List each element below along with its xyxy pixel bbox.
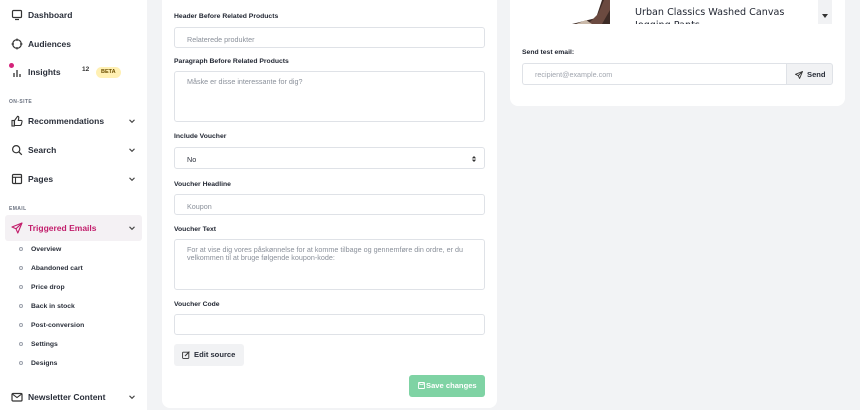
chevron-down-icon	[129, 177, 135, 182]
bullet-icon	[19, 304, 23, 308]
bullet-icon	[19, 361, 23, 365]
section-email-label: EMAIL	[9, 206, 27, 212]
bullet-icon	[19, 323, 23, 327]
paragraph-field-label: Paragraph Before Related Products	[174, 58, 289, 65]
save-changes-label: Save changes	[426, 381, 477, 390]
bullet-icon	[19, 266, 23, 270]
sidebar: Dashboard Audiences Insights 12 BETA ON-…	[0, 0, 147, 410]
subnav-label: Overview	[31, 245, 62, 253]
edit-icon	[182, 351, 190, 359]
nav-search[interactable]: Search	[5, 137, 142, 163]
bullet-icon	[19, 342, 23, 346]
edit-source-button[interactable]: Edit source	[174, 344, 244, 366]
send-label: Send	[807, 70, 826, 79]
voucher-text-textarea[interactable]: For at vise dig vores påskønnelse for at…	[174, 239, 485, 290]
scroll-down-button[interactable]	[818, 0, 832, 24]
voucher-headline-value: Koupon	[187, 202, 212, 211]
nav-newsletter-content[interactable]: Newsletter Content	[5, 384, 142, 410]
nav-triggered-emails-label: Triggered Emails	[28, 223, 97, 233]
header-input[interactable]: Relaterede produkter	[174, 27, 485, 48]
include-voucher-value: No	[187, 155, 197, 164]
beta-badge: BETA	[96, 67, 121, 78]
paragraph-textarea-value: Måske er disse interessante for dig?	[187, 77, 303, 86]
test-email-label: Send test email:	[522, 49, 575, 56]
chevron-down-icon	[129, 395, 135, 400]
subnav-abandoned-cart[interactable]: Abandoned cart	[19, 261, 83, 275]
subnav-label: Post-conversion	[31, 321, 85, 329]
subnav-price-drop[interactable]: Price drop	[19, 280, 65, 294]
bullet-icon	[19, 247, 23, 251]
section-onsite-label: ON-SITE	[9, 99, 33, 105]
include-voucher-select[interactable]: No	[174, 147, 485, 169]
test-email-placeholder: recipient@example.com	[535, 70, 613, 79]
subnav-label: Abandoned cart	[31, 264, 83, 272]
nav-pages[interactable]: Pages	[5, 166, 142, 192]
layout-icon	[11, 173, 23, 185]
subnav-back-in-stock[interactable]: Back in stock	[19, 299, 75, 313]
subnav-settings[interactable]: Settings	[19, 337, 58, 351]
voucher-text-label: Voucher Text	[174, 226, 217, 233]
insights-count: 12	[82, 66, 90, 73]
voucher-code-input[interactable]	[174, 314, 485, 335]
dashboard-icon	[11, 9, 23, 21]
chevron-down-icon	[129, 226, 135, 231]
subnav-label: Back in stock	[31, 302, 75, 310]
nav-recommendations[interactable]: Recommendations	[5, 108, 142, 134]
subnav-post-conversion[interactable]: Post-conversion	[19, 318, 84, 332]
send-icon	[11, 222, 23, 234]
nav-dashboard-label: Dashboard	[28, 10, 73, 20]
send-icon	[795, 71, 803, 79]
voucher-field-label: Include Voucher	[174, 133, 227, 140]
nav-recommendations-label: Recommendations	[28, 116, 105, 126]
subnav-label: Designs	[31, 359, 58, 367]
subnav-designs[interactable]: Designs	[19, 356, 57, 370]
header-input-value: Relaterede produkter	[187, 35, 255, 44]
nav-audiences[interactable]: Audiences	[5, 31, 142, 57]
nav-triggered-emails[interactable]: Triggered Emails	[5, 215, 142, 241]
caret-down-icon	[822, 14, 828, 18]
nav-newsletter-label: Newsletter Content	[28, 392, 106, 402]
edit-source-label: Edit source	[194, 350, 236, 359]
voucher-code-label: Voucher Code	[174, 301, 220, 308]
test-email-input[interactable]: recipient@example.com	[522, 63, 786, 85]
voucher-text-value: For at vise dig vores påskønnelse for at…	[187, 245, 464, 262]
subnav-label: Settings	[31, 340, 58, 348]
headline-field-label: Voucher Headline	[174, 181, 231, 188]
mail-icon	[11, 392, 23, 402]
search-icon	[11, 144, 23, 156]
thumbs-up-icon	[11, 115, 23, 127]
subnav-overview[interactable]: Overview	[19, 242, 61, 256]
select-arrows-icon	[471, 156, 477, 162]
product-title: Urban Classics Washed Canvas Jogging Pan…	[635, 7, 785, 24]
product-preview: Urban Classics Washed Canvas Jogging Pan…	[522, 0, 833, 24]
target-icon	[11, 38, 23, 50]
send-test-button[interactable]: Send	[786, 63, 833, 85]
nav-audiences-label: Audiences	[28, 39, 71, 49]
notification-dot	[9, 63, 14, 68]
bar-chart-icon	[13, 70, 21, 77]
header-field-label: Header Before Related Products	[174, 13, 279, 20]
save-icon	[418, 382, 425, 389]
product-image	[568, 0, 610, 24]
chevron-down-icon	[129, 148, 135, 153]
nav-dashboard[interactable]: Dashboard	[5, 2, 142, 28]
nav-insights[interactable]: Insights	[5, 59, 142, 85]
paragraph-textarea[interactable]: Måske er disse interessante for dig?	[174, 71, 485, 122]
subnav-label: Price drop	[31, 283, 65, 291]
nav-insights-label: Insights	[28, 67, 61, 77]
chevron-down-icon	[129, 119, 135, 124]
nav-pages-label: Pages	[28, 174, 54, 184]
nav-search-label: Search	[28, 145, 57, 155]
bullet-icon	[19, 285, 23, 289]
save-changes-button[interactable]: Save changes	[409, 375, 485, 397]
voucher-headline-input[interactable]: Koupon	[174, 194, 485, 215]
